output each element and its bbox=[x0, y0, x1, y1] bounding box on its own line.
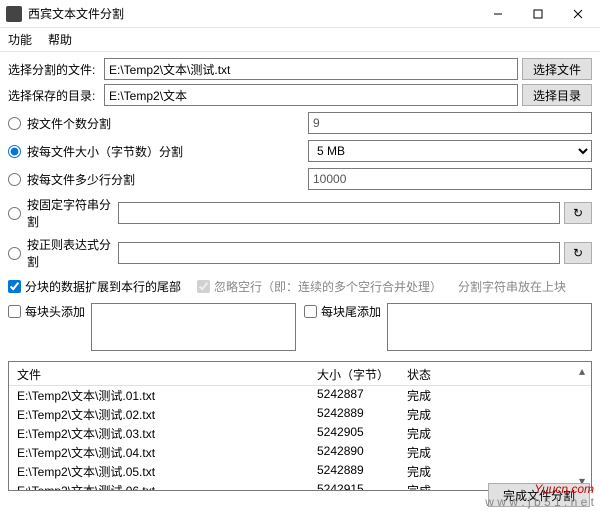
cell-size: 5242890 bbox=[317, 444, 407, 461]
radio-by-count-input[interactable] bbox=[8, 117, 21, 130]
by-fixed-input[interactable] bbox=[118, 202, 560, 224]
history-icon: ↻ bbox=[573, 206, 583, 220]
app-icon bbox=[6, 6, 22, 22]
check-head-add[interactable]: 每块头添加 bbox=[8, 303, 85, 320]
check-ignore-blank: 忽略空行（即：连续的多个空行合并处理） bbox=[197, 278, 442, 295]
maximize-button[interactable] bbox=[518, 0, 558, 28]
table-row[interactable]: E:\Temp2\文本\测试.02.txt5242889完成 bbox=[17, 405, 583, 424]
scroll-up-icon[interactable]: ▴ bbox=[575, 364, 589, 378]
table-row[interactable]: E:\Temp2\文本\测试.04.txt5242890完成 bbox=[17, 443, 583, 462]
by-size-select[interactable]: 5 MB bbox=[308, 140, 592, 162]
radio-by-size-input[interactable] bbox=[8, 145, 21, 158]
check-tail-input[interactable] bbox=[304, 305, 317, 318]
save-dir-label: 选择保存的目录: bbox=[8, 87, 100, 104]
check-extend-line-end[interactable]: 分块的数据扩展到本行的尾部 bbox=[8, 278, 181, 295]
save-dir-input[interactable] bbox=[104, 84, 518, 106]
tail-text-box[interactable] bbox=[387, 303, 592, 351]
minimize-button[interactable] bbox=[478, 0, 518, 28]
select-file-label: 选择分割的文件: bbox=[8, 61, 100, 78]
radio-by-size[interactable]: 按每文件大小（字节数）分割 bbox=[8, 143, 308, 160]
radio-by-count-label: 按文件个数分割 bbox=[27, 115, 111, 132]
cell-file: E:\Temp2\文本\测试.04.txt bbox=[17, 444, 317, 461]
menu-help[interactable]: 帮助 bbox=[48, 31, 72, 48]
save-dir-button[interactable]: 选择目录 bbox=[522, 84, 592, 106]
cell-status: 完成 bbox=[407, 425, 583, 442]
cell-file: E:\Temp2\文本\测试.03.txt bbox=[17, 425, 317, 442]
cell-size: 5242889 bbox=[317, 406, 407, 423]
cell-file: E:\Temp2\文本\测试.06.txt bbox=[17, 482, 317, 491]
cell-file: E:\Temp2\文本\测试.01.txt bbox=[17, 387, 317, 404]
cell-status: 完成 bbox=[407, 387, 583, 404]
menu-bar: 功能 帮助 bbox=[0, 28, 600, 52]
cell-status: 完成 bbox=[407, 406, 583, 423]
by-regex-input[interactable] bbox=[118, 242, 560, 264]
cell-size: 5242915 bbox=[317, 482, 407, 491]
title-bar: 西宾文本文件分割 bbox=[0, 0, 600, 28]
check-extend-input[interactable] bbox=[8, 280, 21, 293]
results-table: ▴ ▾ 文件 大小（字节） 状态 E:\Temp2\文本\测试.01.txt52… bbox=[8, 361, 592, 491]
cell-status: 完成 bbox=[407, 463, 583, 480]
cell-file: E:\Temp2\文本\测试.02.txt bbox=[17, 406, 317, 423]
radio-by-fixed[interactable]: 按固定字符串分割 bbox=[8, 196, 118, 230]
check-ignore-label: 忽略空行（即：连续的多个空行合并处理） bbox=[214, 278, 442, 295]
radio-by-fixed-input[interactable] bbox=[8, 207, 21, 220]
radio-by-regex-label: 按正则表达式分割 bbox=[27, 236, 118, 270]
check-extend-label: 分块的数据扩展到本行的尾部 bbox=[25, 278, 181, 295]
radio-by-lines[interactable]: 按每文件多少行分割 bbox=[8, 171, 308, 188]
head-text-box[interactable] bbox=[91, 303, 296, 351]
history-icon: ↻ bbox=[573, 246, 583, 260]
cell-size: 5242889 bbox=[317, 463, 407, 480]
cell-size: 5242887 bbox=[317, 387, 407, 404]
check-ignore-input bbox=[197, 280, 210, 293]
complete-split-button[interactable]: 完成文件分割 bbox=[488, 483, 590, 507]
cell-file: E:\Temp2\文本\测试.05.txt bbox=[17, 463, 317, 480]
radio-by-size-label: 按每文件大小（字节数）分割 bbox=[27, 143, 183, 160]
split-char-position-label: 分割字符串放在上块 bbox=[458, 278, 566, 295]
close-button[interactable] bbox=[558, 0, 598, 28]
table-row[interactable]: E:\Temp2\文本\测试.05.txt5242889完成 bbox=[17, 462, 583, 481]
check-tail-add[interactable]: 每块尾添加 bbox=[304, 303, 381, 320]
col-file[interactable]: 文件 bbox=[17, 366, 317, 383]
radio-by-lines-input[interactable] bbox=[8, 173, 21, 186]
radio-by-lines-label: 按每文件多少行分割 bbox=[27, 171, 135, 188]
window-title: 西宾文本文件分割 bbox=[28, 5, 478, 22]
radio-by-fixed-label: 按固定字符串分割 bbox=[27, 196, 118, 230]
by-lines-value[interactable]: 10000 bbox=[308, 168, 592, 190]
by-regex-history-button[interactable]: ↻ bbox=[564, 242, 592, 264]
select-file-button[interactable]: 选择文件 bbox=[522, 58, 592, 80]
col-status[interactable]: 状态 bbox=[407, 366, 583, 383]
radio-by-count[interactable]: 按文件个数分割 bbox=[8, 115, 308, 132]
radio-by-regex[interactable]: 按正则表达式分割 bbox=[8, 236, 118, 270]
by-count-value[interactable]: 9 bbox=[308, 112, 592, 134]
menu-functions[interactable]: 功能 bbox=[8, 31, 32, 48]
table-row[interactable]: E:\Temp2\文本\测试.01.txt5242887完成 bbox=[17, 386, 583, 405]
table-row[interactable]: E:\Temp2\文本\测试.03.txt5242905完成 bbox=[17, 424, 583, 443]
select-file-input[interactable] bbox=[104, 58, 518, 80]
by-fixed-history-button[interactable]: ↻ bbox=[564, 202, 592, 224]
check-head-label: 每块头添加 bbox=[25, 303, 85, 320]
check-head-input[interactable] bbox=[8, 305, 21, 318]
cell-size: 5242905 bbox=[317, 425, 407, 442]
cell-status: 完成 bbox=[407, 444, 583, 461]
check-tail-label: 每块尾添加 bbox=[321, 303, 381, 320]
radio-by-regex-input[interactable] bbox=[8, 247, 21, 260]
col-size[interactable]: 大小（字节） bbox=[317, 366, 407, 383]
